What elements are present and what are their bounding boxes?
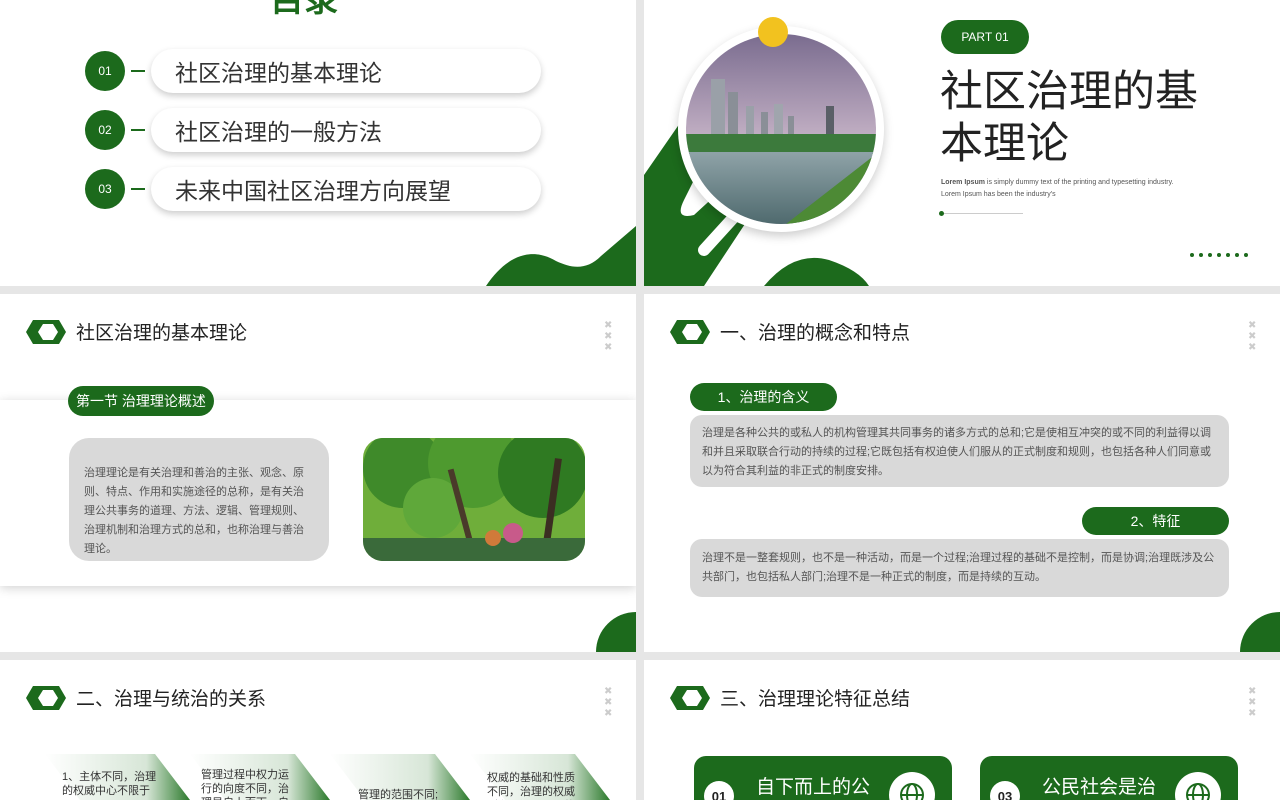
slide-header: 三、治理理论特征总结 (668, 684, 910, 711)
slide-title: 社区治理的基本理论 (940, 68, 1198, 168)
toc-item-1[interactable]: 01 社区治理的基本理论 (85, 49, 541, 93)
slide-grid: 目录 01 社区治理的基本理论 02 社区治理的一般方法 03 未来中国社区治理… (0, 0, 1280, 800)
toc-number: 03 (85, 169, 125, 209)
sun-dot (758, 17, 788, 47)
meaning-text-box: 治理是各种公共的或私人的机构管理其共同事务的诸多方式的总和;它是使相互冲突的或不… (690, 415, 1229, 487)
meaning-label: 1、治理的含义 (690, 383, 837, 411)
slide-header: 社区治理的基本理论 (24, 318, 247, 345)
slide-part-01[interactable]: PART 01 社区治理的基本理论 Lorem Ipsum is simply … (644, 0, 1280, 286)
progress-line (940, 213, 1023, 214)
slide-header: 二、治理与统治的关系 (24, 684, 266, 711)
globe-icon (889, 772, 935, 800)
progress-dot (939, 211, 944, 216)
toc-item-3[interactable]: 03 未来中国社区治理方向展望 (85, 167, 541, 211)
hexagon-icon (26, 319, 66, 344)
slide-theory-overview[interactable]: 社区治理的基本理论 ✖ ✖ ✖ 第一节 治理理论概述 治理理论是有关治理和善治的主张… (0, 294, 636, 652)
hexagon-icon (670, 685, 710, 710)
header-title: 社区治理的基本理论 (76, 323, 248, 344)
slide-concept-features[interactable]: 一、治理的概念和特点 ✖ ✖ ✖ 1、治理的含义 治理是各种公共的或私人的机构管理其… (644, 294, 1280, 652)
header-title: 二、治理与统治的关系 (76, 689, 267, 710)
features-text: 治理不是一整套规则，也不是一种活动，而是一个过程;治理过程的基础不是控制，而是协… (702, 552, 1215, 583)
summary-card-3: 03 公民社会是治 (980, 756, 1238, 800)
city-photo (678, 26, 884, 232)
forest-photo (363, 438, 585, 561)
toc-title: 目录 (270, 0, 338, 19)
card-title: 公民社会是治 (1042, 777, 1157, 798)
slide-features-summary[interactable]: 三、治理理论特征总结 ✖ ✖ ✖ 01 自下而上的公 03 公民社会是治 (644, 660, 1280, 800)
relation-item-4: 权威的基础和性质不同，治理的权威则主要源于公民的认同和 (487, 772, 575, 798)
toc-label: 社区治理的一般方法 (151, 108, 541, 152)
relation-item-1: 1、主体不同，治理的权威中心不限于 (62, 771, 157, 797)
features-text-box: 治理不是一整套规则，也不是一种活动，而是一个过程;治理过程的基础不是控制，而是协… (690, 539, 1229, 597)
dots-decoration (1190, 253, 1248, 257)
card-title: 自下而上的公 (756, 777, 871, 798)
relation-item-2: 管理过程中权力运行的向度不同，治理是自上而下、自下而上 (201, 769, 289, 800)
slide-toc[interactable]: 目录 01 社区治理的基本理论 02 社区治理的一般方法 03 未来中国社区治理… (0, 0, 636, 286)
toc-number: 01 (85, 51, 125, 91)
toc-label: 未来中国社区治理方向展望 (151, 167, 541, 211)
x-marks-decoration: ✖ ✖ ✖ (604, 320, 613, 353)
part-badge: PART 01 (941, 20, 1029, 54)
lorem-bold: Lorem Ipsum (941, 179, 985, 186)
features-label: 2、特征 (1082, 507, 1229, 535)
hexagon-icon (670, 319, 710, 344)
x-marks-decoration: ✖ ✖ ✖ (1248, 320, 1257, 353)
toc-label: 社区治理的基本理论 (151, 49, 541, 93)
globe-icon (1175, 772, 1221, 800)
decorative-green-shapes (486, 226, 636, 286)
corner-quarter-circle (1240, 612, 1280, 652)
lorem-line-2: Lorem Ipsum has been the industry's (941, 191, 1056, 198)
theory-text-box: 治理理论是有关治理和善治的主张、观念、原则、特点、作用和实施途径的总称，是有关治… (69, 438, 329, 561)
toc-connector (131, 70, 145, 72)
corner-quarter-circle (596, 612, 636, 652)
card-number: 03 (990, 781, 1020, 800)
toc-item-2[interactable]: 02 社区治理的一般方法 (85, 108, 541, 152)
section-badge: 第一节 治理理论概述 (68, 386, 214, 416)
lorem-line-1: is simply dummy text of the printing and… (984, 179, 1174, 186)
toc-connector (131, 129, 145, 131)
theory-text: 治理理论是有关治理和善治的主张、观念、原则、特点、作用和实施途径的总称，是有关治… (84, 467, 304, 555)
hexagon-icon (26, 685, 66, 710)
card-number: 01 (704, 781, 734, 800)
summary-card-1: 01 自下而上的公 (694, 756, 952, 800)
slide-governance-vs-rule[interactable]: 二、治理与统治的关系 ✖ ✖ ✖ 1、主体不同，治理的权威中心不限于 管理过程中权力… (0, 660, 636, 800)
header-title: 一、治理的概念和特点 (720, 323, 911, 344)
slide-header: 一、治理的概念和特点 (668, 318, 910, 345)
x-marks-decoration: ✖ ✖ ✖ (1248, 686, 1257, 719)
toc-connector (131, 188, 145, 190)
x-marks-decoration: ✖ ✖ ✖ (604, 686, 613, 719)
toc-number: 02 (85, 110, 125, 150)
header-title: 三、治理理论特征总结 (720, 689, 911, 710)
lorem-text: Lorem Ipsum is simply dummy text of the … (941, 177, 1201, 201)
relation-item-3: 管理的范围不同; (358, 789, 439, 800)
meaning-text: 治理是各种公共的或私人的机构管理其共同事务的诸多方式的总和;它是使相互冲突的或不… (702, 427, 1212, 477)
